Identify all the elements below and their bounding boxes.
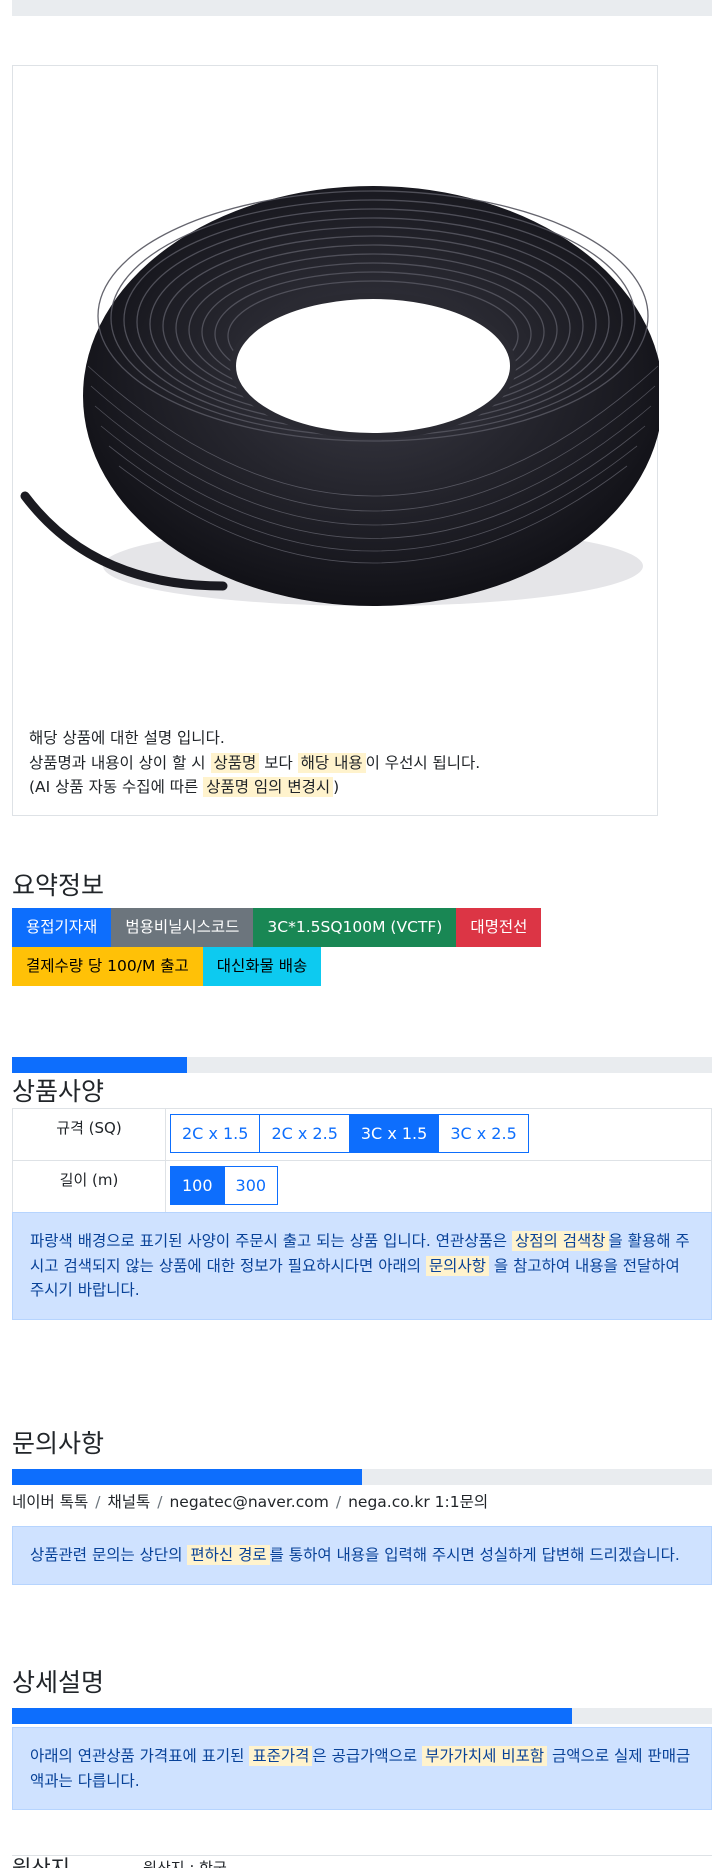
size-option-selected[interactable]: 3C x 1.5 [348,1114,440,1153]
size-option[interactable]: 3C x 2.5 [438,1114,529,1153]
summary-badges-row2: 결제수량 당 100/M 출고 대신화물 배송 [12,947,322,986]
highlight-search: 상점의 검색창 [512,1231,609,1251]
summary-title: 요약정보 [12,871,105,900]
contact-naver-talk[interactable]: 네이버 톡톡 [12,1493,88,1511]
origin-label: 원산지 [12,1856,70,1868]
contact-channel-talk[interactable]: 채널톡 [107,1493,150,1511]
spec-progress [12,1057,712,1073]
product-description: 해당 상품에 대한 설명 입니다. 상품명과 내용이 상이 할 시 상품명 보다… [29,729,481,797]
detail-notice: 아래의 연관상품 가격표에 표기된 표준가격 은 공급가액으로 부가가치세 비포함… [12,1727,712,1810]
badge-quantity[interactable]: 결제수량 당 100/M 출고 [12,947,203,986]
inquiry-progress-fill [12,1469,362,1485]
size-options: 2C x 1.5 2C x 2.5 3C x 1.5 3C x 2.5 [166,1109,711,1158]
length-option-selected[interactable]: 100 [170,1166,225,1205]
length-label: 길이 (m) [12,1160,166,1213]
spec-title: 상품사양 [12,1077,105,1106]
contact-breadcrumb: 네이버 톡톡 / 채널톡 / negatec@naver.com / nega.co.kr … [12,1493,489,1511]
highlight-name-change: 상품명 임의 변경시 [203,777,334,797]
highlight-route: 편하신 경로 [187,1545,270,1565]
contact-site-inquiry[interactable]: nega.co.kr 1:1문의 [348,1493,488,1511]
highlight-content: 해당 내용 [297,752,366,773]
detail-progress [12,1708,712,1724]
spec-progress-fill [12,1057,187,1073]
inquiry-title: 문의사항 [12,1429,105,1458]
length-option[interactable]: 300 [223,1166,279,1205]
spec-table: 규격 (SQ) 2C x 1.5 2C x 2.5 3C x 1.5 3C x … [12,1108,712,1213]
product-card: 해당 상품에 대한 설명 입니다. 상품명과 내용이 상이 할 시 상품명 보다… [12,65,659,816]
highlight-std-price: 표준가격 [249,1746,313,1766]
detail-title: 상세설명 [12,1668,105,1697]
origin-divider [12,1855,712,1856]
badge-type[interactable]: 범용비닐시스코드 [111,908,254,947]
contact-email[interactable]: negatec@naver.com [169,1493,328,1511]
highlight-inquiry: 문의사항 [425,1255,489,1276]
origin-value: - 원산지 : 한국 [133,1859,227,1868]
summary-badges-row1: 용접기자재 범용비닐시스코드 3C*1.5SQ100M (VCTF) 대명전선 [12,908,542,947]
badge-model[interactable]: 3C*1.5SQ100M (VCTF) [253,908,457,947]
cable-coil-image [20,186,659,606]
badge-delivery[interactable]: 대신화물 배송 [202,947,322,986]
highlight-product-name: 상품명 [210,752,260,773]
length-options: 100 300 [166,1161,711,1210]
inquiry-notice: 상품관련 문의는 상단의 편하신 경로 를 통하여 내용을 입력해 주시면 성실하… [12,1526,712,1585]
badge-brand[interactable]: 대명전선 [456,908,542,947]
top-bar [12,0,712,16]
inquiry-progress [12,1469,712,1485]
badge-category[interactable]: 용접기자재 [12,908,112,947]
size-option[interactable]: 2C x 2.5 [259,1114,350,1153]
highlight-vat: 부가가치세 비포함 [422,1746,548,1766]
size-label: 규격 (SQ) [12,1108,166,1161]
spec-notice: 파랑색 배경으로 표기된 사양이 주문시 출고 되는 상품 입니다. 연관상품은… [12,1212,712,1320]
size-option[interactable]: 2C x 1.5 [170,1114,261,1153]
detail-progress-fill [12,1708,572,1724]
